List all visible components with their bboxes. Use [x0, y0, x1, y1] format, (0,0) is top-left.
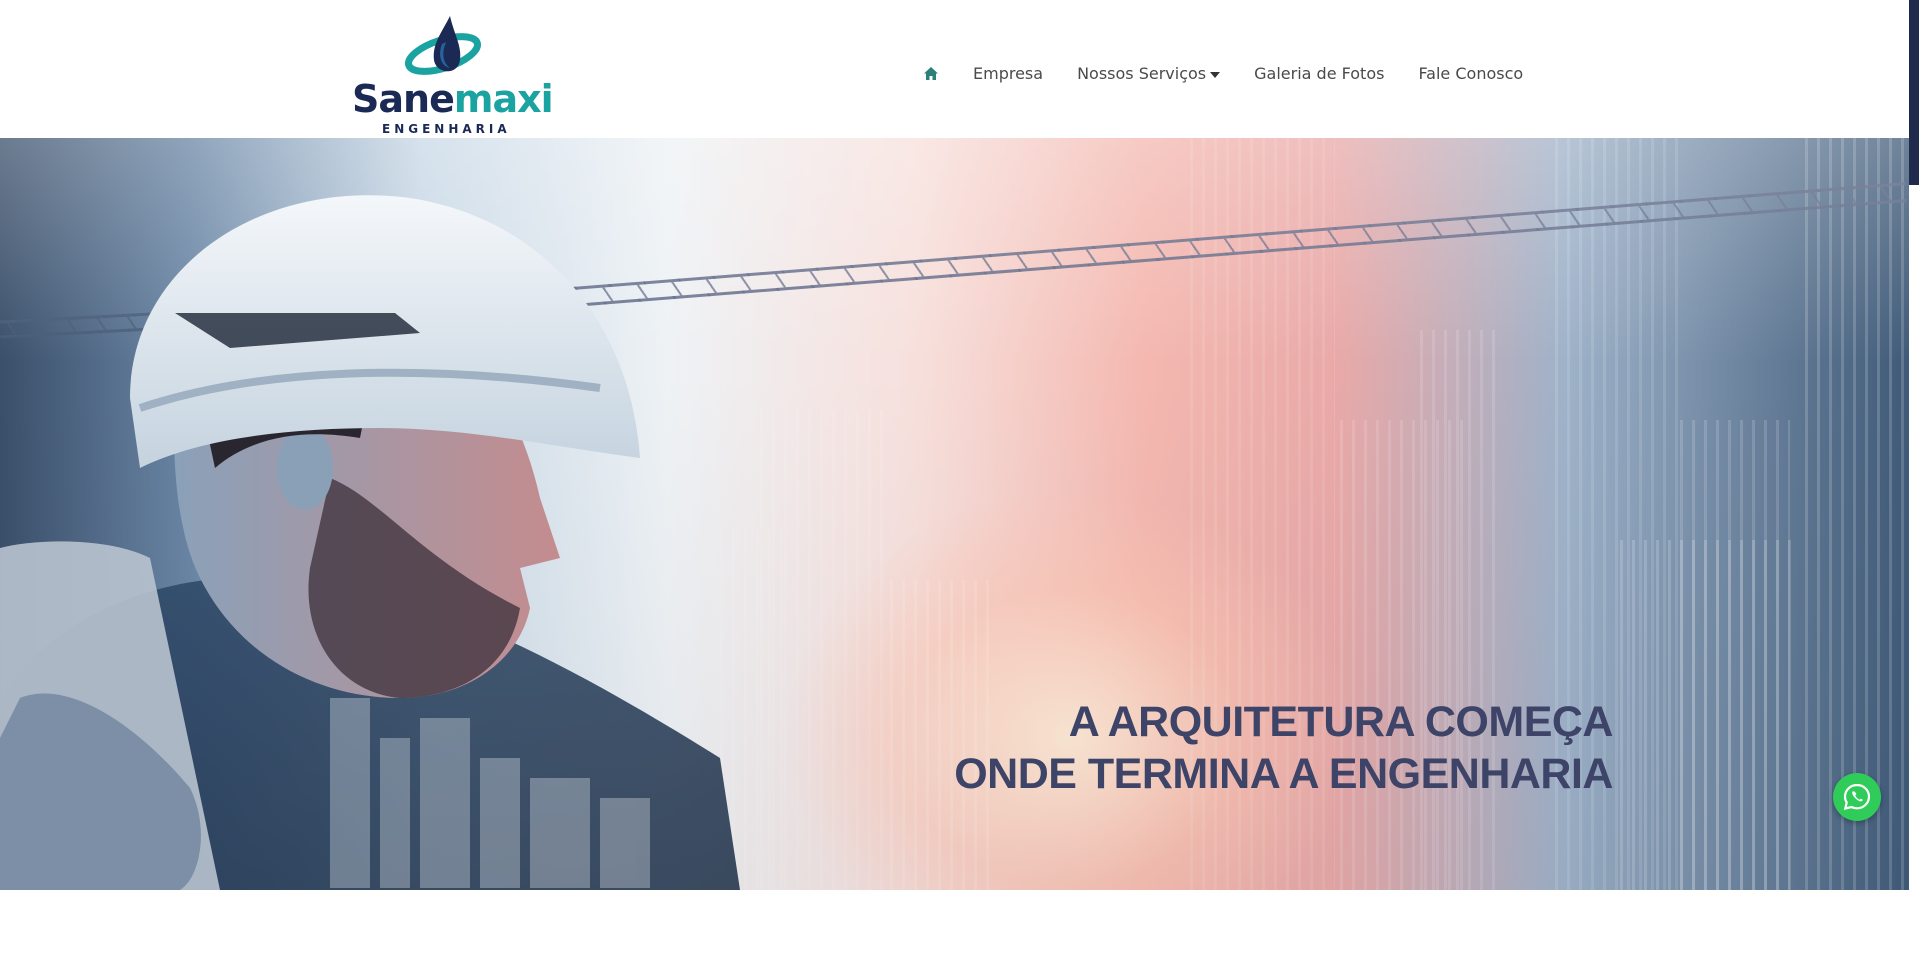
logo-mark-icon — [404, 16, 482, 75]
nav-item-label: Galeria de Fotos — [1254, 64, 1385, 83]
nav-item-galeria[interactable]: Galeria de Fotos — [1254, 64, 1384, 83]
chevron-down-icon — [1210, 72, 1221, 78]
nav-item-servicos[interactable]: Nossos Serviços — [1077, 64, 1221, 83]
logo[interactable]: Sanemaxi ENGENHARIA — [350, 14, 554, 136]
nav-item-label: Nossos Serviços — [1077, 64, 1207, 83]
nav-item-label: Fale Conosco — [1418, 64, 1524, 83]
whatsapp-button[interactable] — [1833, 773, 1881, 821]
engineer-photo — [0, 195, 740, 890]
logo-word-part2: maxi — [453, 77, 554, 121]
logo-tagline: ENGENHARIA — [382, 122, 511, 136]
nav-item-contato[interactable]: Fale Conosco — [1418, 64, 1523, 83]
whatsapp-icon — [1843, 783, 1871, 810]
hero-headline-line1: A ARQUITETURA COMEÇA — [1068, 698, 1614, 746]
hero-headline-line2: ONDE TERMINA A ENGENHARIA — [954, 750, 1613, 798]
site-header: Sanemaxi ENGENHARIA Empresa Nossos Servi… — [0, 0, 1909, 138]
logo-wordmark: Sanemaxi — [352, 77, 554, 121]
home-icon[interactable] — [923, 66, 939, 82]
logo-word-part1: Sane — [352, 77, 455, 121]
page-scrollbar[interactable] — [1909, 0, 1919, 967]
nav-item-empresa[interactable]: Empresa — [973, 64, 1043, 83]
nav-item-label: Empresa — [973, 64, 1044, 83]
main-nav: Empresa Nossos Serviços Galeria de Fotos… — [923, 64, 1557, 83]
scrollbar-thumb[interactable] — [1909, 0, 1919, 185]
hero-headline: A ARQUITETURA COMEÇA ONDE TERMINA A ENGE… — [954, 696, 1613, 800]
hero-banner: A ARQUITETURA COMEÇA ONDE TERMINA A ENGE… — [0, 138, 1909, 890]
